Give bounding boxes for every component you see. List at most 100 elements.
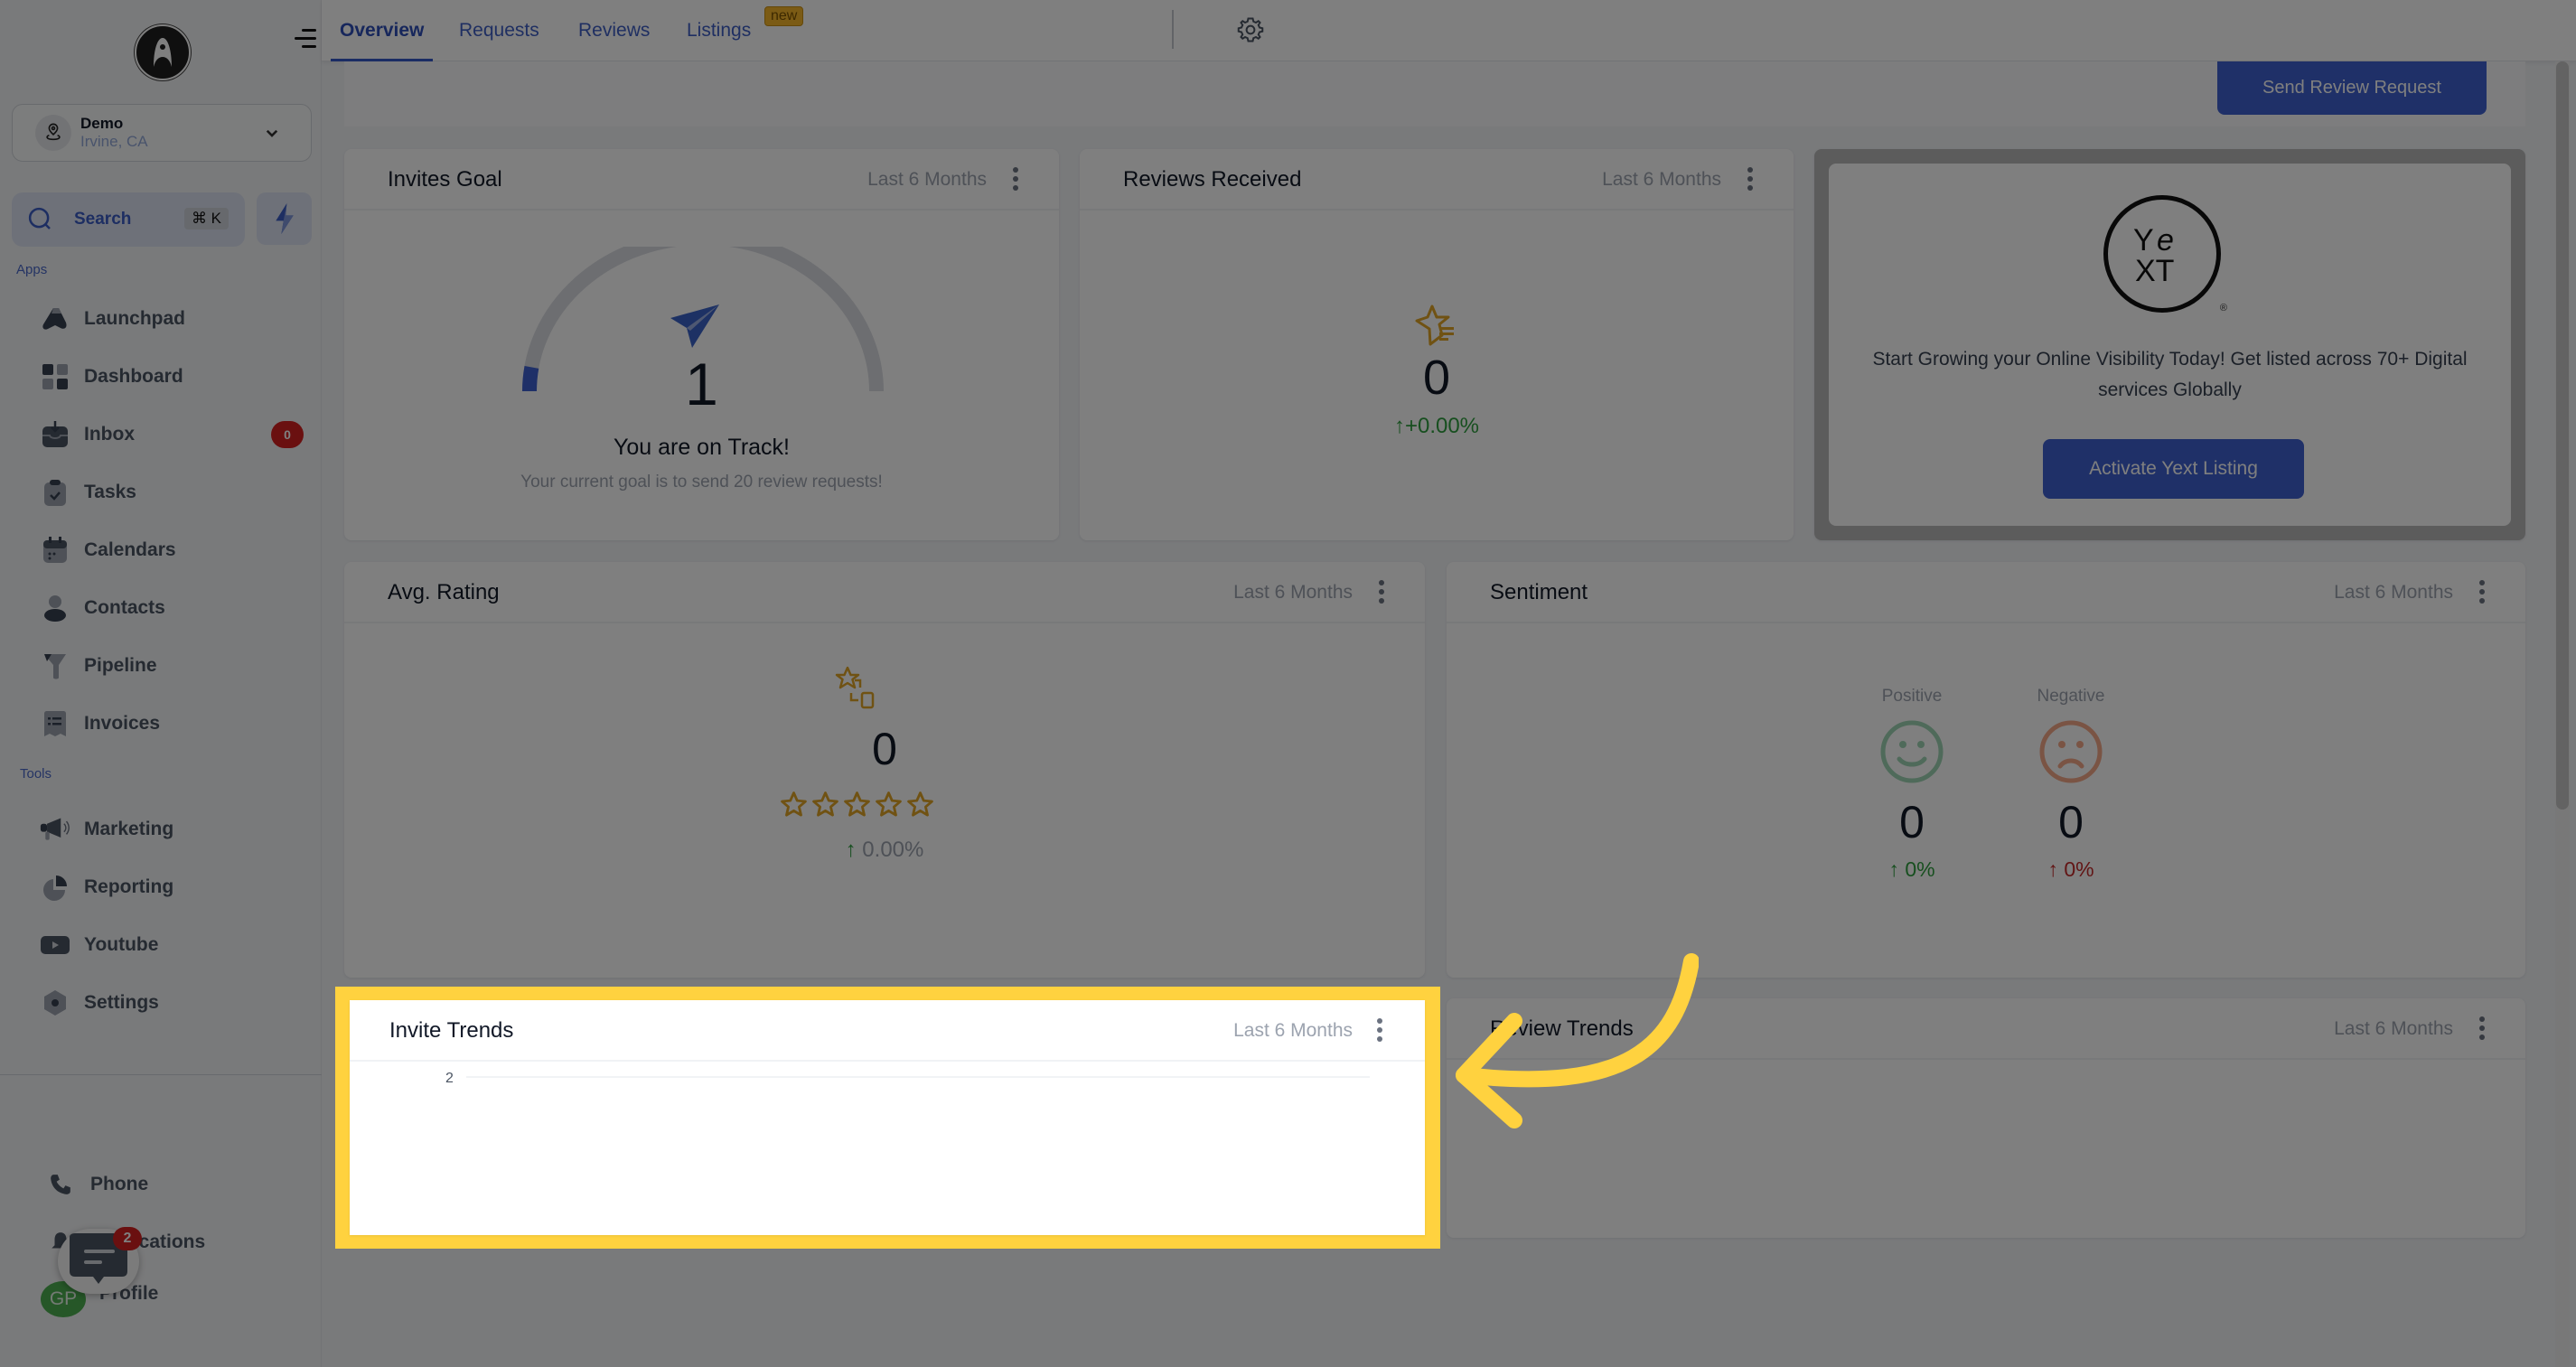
sidebar-item-label: Calendars [84,539,176,560]
date-range-label[interactable]: Last 6 Months [2334,582,2453,604]
search-shortcut: ⌘ K [183,208,229,229]
youtube-icon [40,930,70,960]
tab-listings[interactable]: Listings [687,0,751,61]
send-review-request-button[interactable]: Send Review Request [2217,61,2487,115]
date-range-label[interactable]: Last 6 Months [1602,169,1721,191]
frown-icon [2039,720,2103,783]
tutorial-arrow-icon [1456,953,1699,1128]
sidebar-item-phone[interactable]: Phone [49,1173,148,1196]
sidebar-item-tasks[interactable]: Tasks [40,474,293,510]
arrow-up-icon: ↑ [2047,857,2058,881]
kebab-dot-icon [1379,580,1384,585]
goal-status: You are on Track! [613,435,791,460]
chevron-down-icon [266,129,278,137]
kebab-dot-icon [1013,167,1018,173]
paper-plane-icon [670,304,719,348]
date-range-label[interactable]: Last 6 Months [867,169,987,191]
sidebar-item-label: Invoices [84,713,161,734]
star-empty-icon [812,791,838,817]
negative-count: 0 [2058,797,2084,847]
menu-line-icon [295,37,316,40]
page-scrollbar-track[interactable] [2555,61,2570,1367]
registered-mark: ® [2219,303,2227,314]
top-nav: Overview Requests Reviews Listings new [322,0,2576,61]
card-menu-button[interactable] [2476,1015,2488,1042]
location-switcher[interactable]: Demo Irvine, CA [12,104,312,162]
invite-trends-card: Invite Trends Last 6 Months 2 [350,1000,1425,1235]
tab-label: Requests [459,20,539,41]
chat-widget[interactable]: 2 [58,1227,142,1296]
location-name: Demo [80,114,124,132]
rating-compare-icon [835,666,875,709]
date-range-label[interactable]: Last 6 Months [1233,582,1353,604]
sidebar-item-calendars[interactable]: Calendars [40,532,293,568]
sidebar-item-label: Launchpad [84,308,186,329]
sidebar-item-invoices[interactable]: Invoices [40,706,293,742]
search-label: Search [74,210,132,229]
tab-overview[interactable]: Overview [330,0,434,61]
sidebar-item-label: Reporting [84,876,174,897]
kebab-dot-icon [1379,598,1384,604]
card-menu-button[interactable] [1744,165,1756,192]
card-menu-button[interactable] [1373,1016,1386,1044]
sidebar-item-settings[interactable]: Settings [40,985,293,1021]
kebab-dot-icon [1013,185,1018,191]
megaphone-icon [40,814,70,845]
sidebar-item-contacts[interactable]: Contacts [40,590,293,626]
avg-rating-value: 0 [872,724,897,774]
card-header: Invite Trends Last 6 Months [350,1000,1425,1062]
sidebar-item-reporting[interactable]: Reporting [40,869,293,905]
gear-icon [1237,17,1264,42]
tab-label: Overview [340,20,425,41]
tab-reviews[interactable]: Reviews [578,0,650,61]
change-value: 0% [2064,857,2094,881]
collapse-sidebar-button[interactable] [293,27,316,51]
tasks-icon [40,477,70,508]
date-range-label[interactable]: Last 6 Months [2334,1018,2453,1040]
star-empty-icon [781,791,807,817]
menu-line-icon [302,45,316,48]
sidebar-item-inbox[interactable]: Inbox 0 [40,417,304,453]
sidebar-item-label: Tasks [84,482,136,502]
kebab-dot-icon [2479,598,2485,604]
sidebar-item-launchpad[interactable]: Launchpad [40,301,293,337]
yext-logo-icon: Y e XT [2133,223,2174,288]
kebab-dot-icon [2479,1035,2485,1040]
change-value: +0.00% [1404,414,1480,438]
kebab-dot-icon [2479,1016,2485,1022]
reviews-received-change: ↑+0.00% [1080,414,1794,439]
card-menu-button[interactable] [1375,578,1388,605]
sidebar-item-pipeline[interactable]: Pipeline [40,648,293,684]
change-value: 0.00% [862,838,924,862]
pipeline-icon [40,651,70,681]
reviews-received-count: 0 [1422,351,1451,405]
svg-text:XT: XT [2135,254,2174,288]
launchpad-icon [40,304,70,334]
invites-goal-card: Invites Goal Last 6 Months 1 You are on … [344,149,1059,540]
sidebar-item-dashboard[interactable]: Dashboard [40,359,293,395]
sidebar-item-marketing[interactable]: Marketing [40,811,293,847]
sidebar-item-youtube[interactable]: Youtube [40,927,293,963]
negative-label: Negative [2037,687,2105,706]
card-menu-button[interactable] [1009,165,1022,192]
sidebar-item-label: Marketing [84,819,174,839]
card-title: Reviews Received [1123,167,1302,192]
page-scrollbar-thumb[interactable] [2556,61,2569,810]
kebab-dot-icon [2479,580,2485,585]
settings-icon [40,988,70,1018]
tab-requests[interactable]: Requests [459,0,539,61]
kebab-dot-icon [2479,1025,2485,1031]
app-logo[interactable] [135,24,191,80]
review-settings-button[interactable] [1237,16,1264,43]
star-list-icon [1415,304,1454,346]
reviews-received-card: Reviews Received Last 6 Months 0 ↑+0.00% [1080,149,1794,540]
dashboard-icon [40,361,70,392]
date-range-label[interactable]: Last 6 Months [1233,1020,1353,1042]
kebab-dot-icon [1377,1027,1382,1033]
kebab-dot-icon [1379,589,1384,595]
logo-a-icon [154,38,172,67]
card-menu-button[interactable] [2476,578,2488,605]
quick-actions-button[interactable] [257,192,312,245]
activate-yext-listing-button[interactable]: Activate Yext Listing [2043,439,2304,499]
search-button[interactable]: Search ⌘ K [12,192,245,247]
